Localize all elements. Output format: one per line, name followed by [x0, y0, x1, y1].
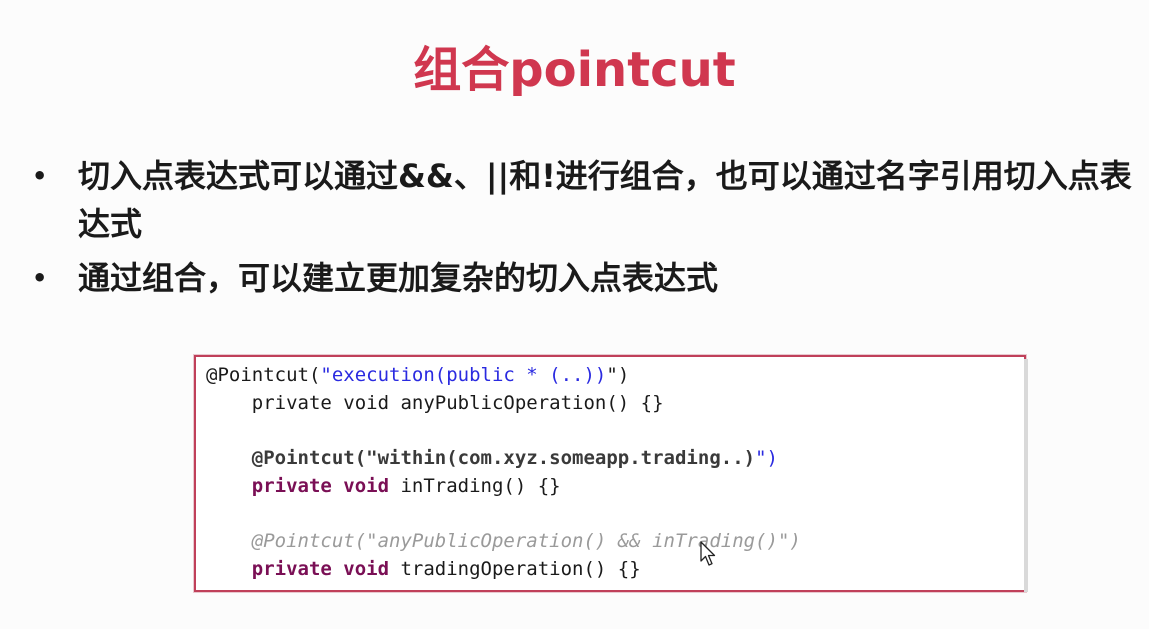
code-method-name: inTrading() {}: [400, 475, 561, 497]
slide: 组合pointcut • 切入点表达式可以通过&&、||和!进行组合，也可以通过…: [0, 0, 1149, 629]
code-string: "execution(public * (..)): [320, 364, 607, 386]
code-keyword: private void: [206, 475, 401, 497]
bullet-item-1: • 切入点表达式可以通过&&、||和!进行组合，也可以通过名字引用切入点表达式: [24, 152, 1139, 248]
bullet-marker: •: [32, 162, 48, 190]
code-snippet-box: @Pointcut("execution(public * (..))") pr…: [194, 355, 1028, 592]
code-line-6: private void tradingOperation() {}: [206, 557, 641, 581]
bullet-item-2: • 通过组合，可以建立更加复杂的切入点表达式: [24, 254, 1139, 302]
code-line-2: private void anyPublicOperation() {}: [206, 391, 664, 415]
code-line-1: @Pointcut("execution(public * (..))"): [206, 363, 629, 387]
code-keyword: private void: [206, 558, 401, 580]
code-line-4: private void inTrading() {}: [206, 474, 561, 498]
code-punctuation: "): [755, 447, 778, 469]
code-punctuation: "): [606, 364, 630, 386]
code-method-declaration: private void anyPublicOperation() {}: [206, 392, 664, 414]
mouse-pointer-icon: [700, 541, 716, 566]
code-method-name: tradingOperation() {}: [400, 558, 641, 580]
bullet-text-1: 切入点表达式可以通过&&、||和!进行组合，也可以通过名字引用切入点表达式: [78, 157, 1132, 243]
bullet-list: • 切入点表达式可以通过&&、||和!进行组合，也可以通过名字引用切入点表达式 …: [24, 152, 1139, 308]
code-annotation: @Pointcut("within(com.xyz.someapp.tradin…: [206, 447, 756, 469]
bullet-text-2: 通过组合，可以建立更加复杂的切入点表达式: [78, 259, 719, 297]
bullet-marker: •: [32, 264, 48, 292]
slide-title: 组合pointcut: [413, 42, 736, 98]
code-annotation: @Pointcut(: [206, 364, 321, 386]
code-line-3: @Pointcut("within(com.xyz.someapp.tradin…: [206, 446, 778, 470]
